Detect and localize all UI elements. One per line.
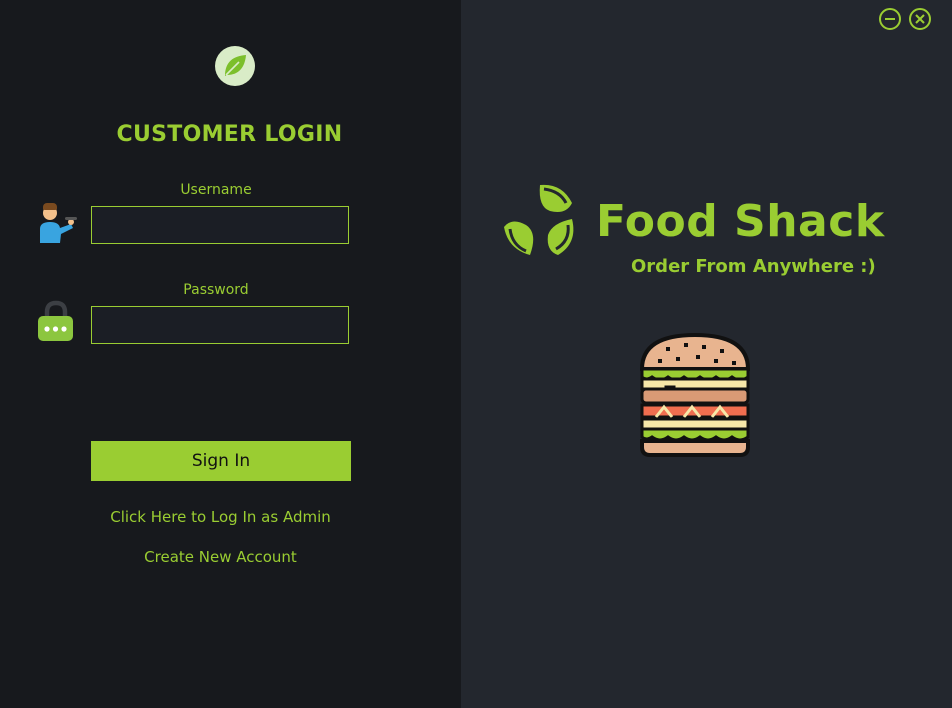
create-account-link[interactable]: Create New Account bbox=[0, 548, 441, 566]
burger-icon bbox=[636, 331, 754, 465]
password-input[interactable] bbox=[91, 306, 349, 344]
brand-name: Food Shack bbox=[596, 196, 885, 247]
login-title: CUSTOMER LOGIN bbox=[0, 122, 461, 147]
lock-icon bbox=[37, 300, 75, 348]
password-label: Password bbox=[183, 282, 249, 298]
close-icon bbox=[915, 14, 925, 24]
minimize-icon bbox=[885, 18, 895, 20]
admin-login-link[interactable]: Click Here to Log In as Admin bbox=[0, 508, 441, 526]
brand-logo-icon bbox=[500, 181, 580, 265]
brand-tagline: Order From Anywhere :) bbox=[631, 256, 876, 277]
user-icon bbox=[37, 201, 77, 249]
username-input[interactable] bbox=[91, 206, 349, 244]
leaf-icon bbox=[215, 46, 255, 86]
close-button[interactable] bbox=[909, 8, 931, 30]
minimize-button[interactable] bbox=[879, 8, 901, 30]
username-label: Username bbox=[180, 182, 252, 198]
login-panel: CUSTOMER LOGIN Username Password Sign In… bbox=[0, 0, 461, 708]
sign-in-button[interactable]: Sign In bbox=[91, 441, 351, 481]
login-title-text: CUSTOMER LOGIN bbox=[116, 122, 343, 147]
